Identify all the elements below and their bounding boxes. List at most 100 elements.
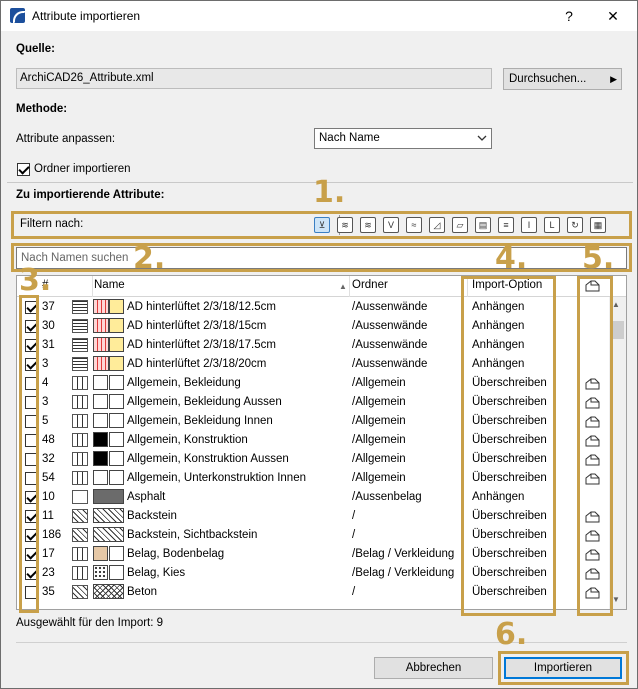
browse-arrow-icon: ▶ [610,74,617,84]
swatch-hatch [93,508,124,523]
swatch-structure [93,356,109,371]
row-number: 11 [42,510,54,522]
row-folder: /Allgemein [352,377,406,389]
swatch-hatch [93,527,124,542]
swatch-insulation [109,318,124,333]
swatch-surface [109,546,124,561]
row-name: Backstein [127,510,177,522]
annotation-number-5: 5. [582,241,615,276]
row-name: Beton [127,586,158,598]
row-number: 54 [42,472,55,484]
row-folder: / [352,510,356,522]
annotation-number-6: 6. [495,617,528,652]
swatch-cut-fill [93,546,108,561]
row-name: Allgemein, Unterkonstruktion Innen [127,472,306,484]
swatch-cut-fill [93,451,108,466]
chevron-down-icon [477,129,487,155]
fill-type-icon [72,528,88,542]
method-heading: Methode: [16,103,68,115]
material-type-icon [72,433,88,447]
row-number: 48 [42,434,55,446]
window-title: Attribute importieren [32,9,141,23]
row-number: 31 [42,339,55,351]
annotation-box-checkboxes [19,295,39,613]
swatch-surface [109,375,124,390]
swatch-insulation [109,337,124,352]
swatch-cut-fill [93,394,108,409]
row-number: 32 [42,453,55,465]
row-number: 4 [42,377,49,389]
match-attributes-value: Nach Name [319,132,380,144]
row-name: AD hinterlüftet 2/3/18/12.5cm [127,301,276,313]
surface-type-icon [72,490,88,504]
swatch-cut-fill [93,432,108,447]
swatch-surface [109,470,124,485]
source-heading: Quelle: [16,43,55,55]
annotation-box-filter [11,211,632,239]
import-attributes-dialog: Attribute importieren ? ✕ Quelle: ArchiC… [0,0,638,689]
row-number: 10 [42,491,55,503]
row-folder: /Aussenwände [352,320,428,332]
cancel-button[interactable]: Abbrechen [374,657,493,679]
swatch-surface [109,394,124,409]
fill-type-icon [72,509,88,523]
row-number: 5 [42,415,49,427]
row-name: Allgemein, Bekleidung Aussen [127,396,282,408]
row-folder: /Allgemein [352,472,406,484]
annotation-number-3: 3. [19,263,52,298]
annotation-number-2: 2. [133,241,166,276]
wall-type-icon [72,357,88,371]
row-number: 30 [42,320,55,332]
match-attributes-select[interactable]: Nach Name [314,128,492,149]
annotation-box-search [11,243,632,272]
import-folders-checkbox[interactable] [17,163,30,176]
row-number: 3 [42,396,49,408]
material-type-icon [72,376,88,390]
row-number: 23 [42,567,55,579]
row-folder: /Allgemein [352,415,406,427]
swatch-surface [109,413,124,428]
row-folder: /Aussenwände [352,358,428,370]
material-type-icon [72,566,88,580]
material-type-icon [72,471,88,485]
swatch-cut-fill [93,565,108,580]
swatch-dark [93,489,124,504]
annotation-box-import-button [498,651,629,685]
scroll-up-icon[interactable]: ▲ [612,300,620,309]
swatch-structure [93,299,109,314]
footer-divider [16,642,627,643]
swatch-surface [109,432,124,447]
help-button[interactable]: ? [549,3,589,29]
column-header-name[interactable]: Name [94,279,125,291]
browse-button[interactable]: Durchsuchen... ▶ [503,68,622,90]
swatch-cross [93,584,124,599]
column-header-folder[interactable]: Ordner [352,279,388,291]
material-type-icon [72,547,88,561]
title-bar: Attribute importieren ? ✕ [1,1,637,31]
annotation-box-house [577,276,613,616]
row-number: 186 [42,529,62,541]
material-type-icon [72,452,88,466]
row-number: 3 [42,358,49,370]
close-button[interactable]: ✕ [593,3,633,29]
row-name: Belag, Kies [127,567,186,579]
attributes-heading: Zu importierende Attribute: [16,189,165,201]
row-folder: /Allgemein [352,396,406,408]
scroll-down-icon[interactable]: ▼ [612,595,620,604]
row-number: 17 [42,548,55,560]
row-folder: /Aussenwände [352,339,428,351]
import-folders-label: Ordner importieren [34,163,131,175]
match-attributes-label: Attribute anpassen: [16,133,116,145]
swatch-insulation [109,356,124,371]
swatch-cut-fill [93,375,108,390]
row-number: 35 [42,586,55,598]
row-folder: / [352,586,356,598]
row-folder: /Belag / Verkleidung [352,548,455,560]
wall-type-icon [72,319,88,333]
row-name: Allgemein, Konstruktion [127,434,248,446]
annotation-box-import-option [461,276,556,616]
row-name: Allgemein, Konstruktion Aussen [127,453,289,465]
browse-button-label: Durchsuchen... [509,73,587,85]
wall-type-icon [72,338,88,352]
annotation-number-1: 1. [313,175,346,210]
